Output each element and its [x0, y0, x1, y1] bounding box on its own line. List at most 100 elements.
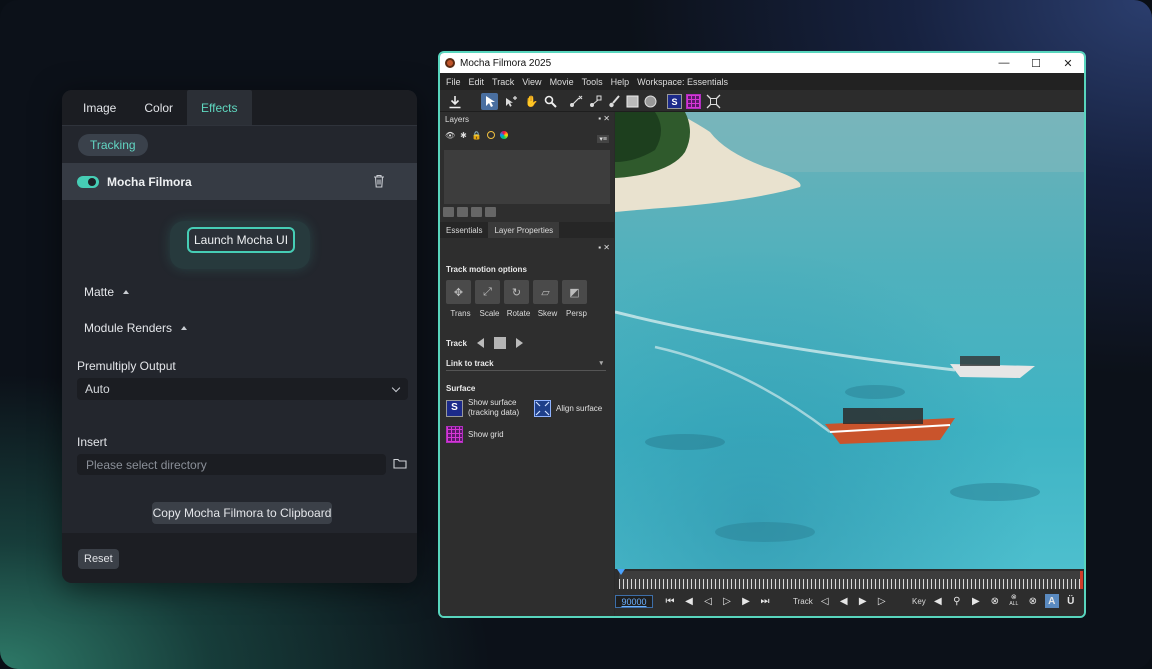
- track-forward-step-icon[interactable]: ▷: [875, 594, 889, 608]
- trash-icon[interactable]: [373, 174, 385, 188]
- prev-key-icon[interactable]: ◀: [931, 594, 945, 608]
- effect-row-mocha[interactable]: Mocha Filmora: [62, 163, 417, 200]
- reset-button[interactable]: Reset: [78, 549, 119, 569]
- chevron-down-icon: [391, 383, 401, 393]
- add-point-tool-icon[interactable]: [503, 93, 520, 110]
- lock-icon[interactable]: 🔒: [472, 131, 482, 140]
- surface-tool-icon[interactable]: S: [666, 93, 683, 110]
- link-to-track-select[interactable]: Link to track ▾: [446, 359, 606, 371]
- delete-all-keys-icon[interactable]: ⊗ ALL: [1007, 594, 1021, 608]
- delete-key-icon[interactable]: ⊗: [988, 594, 1002, 608]
- add-key-icon[interactable]: ⚲: [950, 594, 964, 608]
- clear-keys-icon[interactable]: ⊗: [1026, 594, 1040, 608]
- menu-file[interactable]: File: [446, 77, 461, 87]
- gear-icon[interactable]: ✱: [460, 131, 467, 140]
- autokey-icon[interactable]: A: [1044, 594, 1059, 608]
- surface-title: Surface: [446, 384, 476, 393]
- delete-layer-icon[interactable]: [485, 207, 496, 217]
- circle-tool-icon[interactable]: [642, 93, 659, 110]
- mocha-window: Mocha Filmora 2025 — ☐ ✕ File Edit Track…: [438, 51, 1086, 618]
- module-renders-section[interactable]: Module Renders: [84, 321, 188, 335]
- tab-image[interactable]: Image: [69, 90, 130, 125]
- play-backward-icon[interactable]: ◁: [701, 594, 715, 608]
- stop-track-icon[interactable]: [493, 337, 506, 349]
- skew-motion-button[interactable]: ▱: [533, 280, 558, 304]
- grid-tool-icon[interactable]: [685, 93, 702, 110]
- next-key-icon[interactable]: ▶: [969, 594, 983, 608]
- dock-controls-icon[interactable]: ▪ ✕: [598, 114, 610, 123]
- trans-motion-button[interactable]: ✥: [446, 280, 471, 304]
- launch-mocha-button[interactable]: Launch Mocha UI: [187, 227, 295, 253]
- minimize-button[interactable]: —: [988, 53, 1020, 73]
- timeline: 90000 ⏮ ◀ ◁ ▷ ▶ ⏭ Track ◁ ◀ ▶ ▷ Key ◀ ⚲ …: [615, 569, 1084, 616]
- tab-effects[interactable]: Effects: [187, 90, 252, 125]
- layers-list[interactable]: [444, 150, 610, 204]
- menu-movie[interactable]: Movie: [550, 77, 574, 87]
- folder-icon[interactable]: [393, 458, 407, 469]
- out-point-marker[interactable]: [1080, 571, 1083, 589]
- copy-to-clipboard-button[interactable]: Copy Mocha Filmora to Clipboard: [152, 502, 332, 524]
- go-to-start-icon[interactable]: ⏮: [663, 594, 677, 608]
- play-forward-icon[interactable]: ▷: [720, 594, 734, 608]
- track-backward-icon[interactable]: ◀: [837, 594, 851, 608]
- surface-icon: S: [446, 399, 463, 417]
- new-folder-icon[interactable]: [443, 207, 454, 217]
- menu-bar: File Edit Track View Movie Tools Help Wo…: [440, 73, 1084, 90]
- tracking-chip[interactable]: Tracking: [78, 134, 148, 156]
- menu-help[interactable]: Help: [611, 77, 630, 87]
- align-surface-label: Align surface: [556, 403, 603, 413]
- frame-number-field[interactable]: 90000: [615, 595, 653, 608]
- maximize-button[interactable]: ☐: [1020, 53, 1052, 73]
- brush-tool-icon[interactable]: [606, 93, 623, 110]
- tab-essentials[interactable]: Essentials: [440, 222, 488, 238]
- rotate-motion-button[interactable]: ↻: [504, 280, 529, 304]
- duplicate-layer-icon[interactable]: [471, 207, 482, 217]
- menu-view[interactable]: View: [522, 77, 541, 87]
- video-viewer[interactable]: [615, 112, 1084, 569]
- align-tool-icon[interactable]: [705, 93, 722, 110]
- timeline-track-label: Track: [793, 596, 813, 606]
- go-to-end-icon[interactable]: ⏭: [758, 594, 772, 608]
- rectangle-tool-icon[interactable]: [624, 93, 641, 110]
- track-motion-title: Track motion options: [446, 265, 527, 274]
- effect-toggle[interactable]: [77, 175, 99, 188]
- matte-color-icon[interactable]: [499, 131, 508, 139]
- scale-motion-button[interactable]: ⤢: [475, 280, 500, 304]
- close-button[interactable]: ✕: [1052, 53, 1084, 73]
- pointer-tool-icon[interactable]: [481, 93, 498, 110]
- zoom-tool-icon[interactable]: [542, 93, 559, 110]
- track-backward-icon[interactable]: [476, 338, 484, 348]
- uberkey-icon[interactable]: Ü: [1064, 594, 1078, 608]
- dock-controls-icon[interactable]: ▪ ✕: [598, 243, 610, 252]
- track-row: Track: [446, 337, 523, 349]
- eye-icon[interactable]: 👁: [445, 131, 455, 140]
- step-forward-icon[interactable]: ▶: [739, 594, 753, 608]
- track-controls: Track ◁ ◀ ▶ ▷: [793, 594, 889, 608]
- show-surface-toggle[interactable]: S Show surface (tracking data): [446, 398, 519, 418]
- track-forward-icon[interactable]: [515, 338, 523, 348]
- tab-layer-properties[interactable]: Layer Properties: [488, 222, 560, 238]
- hand-tool-icon[interactable]: ✋: [523, 93, 540, 110]
- align-surface-icon: [534, 400, 551, 417]
- playhead-marker[interactable]: [617, 569, 625, 575]
- persp-motion-button[interactable]: ◩: [562, 280, 587, 304]
- track-forward-icon[interactable]: ▶: [856, 594, 870, 608]
- color-wheel-icon[interactable]: [486, 131, 495, 139]
- menu-workspace[interactable]: Workspace: Essentials: [637, 77, 728, 87]
- directory-input[interactable]: Please select directory: [77, 454, 386, 475]
- menu-tools[interactable]: Tools: [582, 77, 603, 87]
- track-back-step-icon[interactable]: ◁: [818, 594, 832, 608]
- step-back-icon[interactable]: ◀: [682, 594, 696, 608]
- new-layer-icon[interactable]: [457, 207, 468, 217]
- menu-edit[interactable]: Edit: [469, 77, 485, 87]
- show-grid-toggle[interactable]: Show grid: [446, 426, 504, 443]
- bezier-tool-icon[interactable]: [588, 93, 605, 110]
- xspline-tool-icon[interactable]: [568, 93, 585, 110]
- align-surface-button[interactable]: Align surface: [534, 400, 602, 417]
- premultiply-select[interactable]: Auto: [77, 378, 408, 400]
- matte-section[interactable]: Matte: [84, 285, 130, 299]
- tab-color[interactable]: Color: [130, 90, 187, 125]
- layer-menu-icon[interactable]: ▾≡: [597, 135, 609, 143]
- menu-track[interactable]: Track: [492, 77, 514, 87]
- save-download-icon[interactable]: [446, 93, 463, 110]
